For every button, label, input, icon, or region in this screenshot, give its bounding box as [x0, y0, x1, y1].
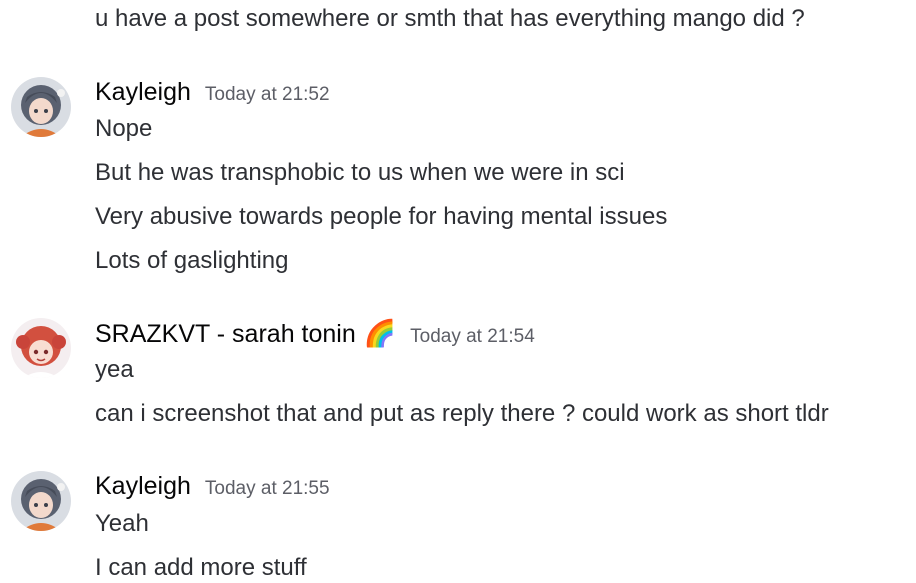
- message-text: u have a post somewhere or smth that has…: [95, 5, 805, 32]
- message-text: yea: [95, 356, 134, 383]
- avatar[interactable]: [11, 318, 71, 378]
- message-text: Very abusive towards people for having m…: [95, 203, 668, 230]
- anime-redhead-avatar-icon: [11, 318, 71, 378]
- message-text: Yeah: [95, 510, 149, 537]
- message-text: Lots of gaslighting: [95, 247, 289, 274]
- avatar[interactable]: [11, 77, 71, 137]
- message-text: Nope: [95, 115, 153, 142]
- timestamp[interactable]: Today at 21:55: [205, 474, 330, 504]
- avatar[interactable]: [11, 471, 71, 531]
- message-header: SRAZKVT - sarah tonin 🌈 Today at 21:54: [95, 318, 535, 352]
- message-header: Kayleigh Today at 21:52: [95, 77, 330, 110]
- anime-girl-avatar-icon: [11, 471, 71, 531]
- message-text: can i screenshot that and put as reply t…: [95, 400, 829, 427]
- message-text: I can add more stuff: [95, 554, 307, 581]
- anime-girl-avatar-icon: [11, 77, 71, 137]
- timestamp[interactable]: Today at 21:54: [410, 322, 535, 352]
- username[interactable]: SRAZKVT - sarah tonin: [95, 319, 356, 349]
- message-text: But he was transphobic to us when we wer…: [95, 159, 625, 186]
- message-list: u have a post somewhere or smth that has…: [0, 0, 916, 581]
- username[interactable]: Kayleigh: [95, 471, 191, 501]
- username[interactable]: Kayleigh: [95, 77, 191, 107]
- timestamp[interactable]: Today at 21:52: [205, 80, 330, 110]
- rainbow-icon: 🌈: [363, 318, 397, 348]
- message-header: Kayleigh Today at 21:55: [95, 471, 330, 504]
